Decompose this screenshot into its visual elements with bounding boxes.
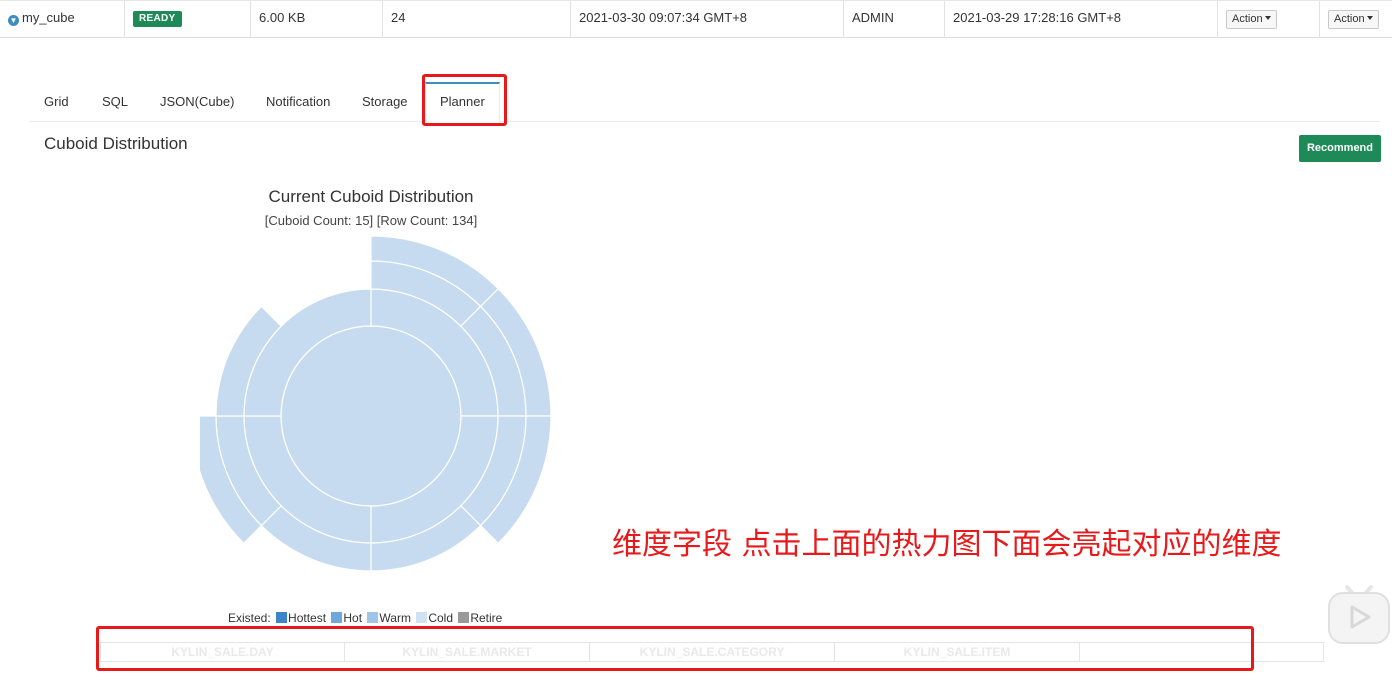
- legend-label-warm: Warm: [379, 611, 411, 625]
- cube-size: 6.00 KB: [251, 1, 383, 38]
- cube-detail-tabs: Grid SQL JSON(Cube) Notification Storage…: [30, 82, 1380, 123]
- action-label: Action: [1232, 13, 1263, 25]
- legend-label-cold: Cold: [428, 611, 453, 625]
- legend-swatch-cold: [416, 612, 428, 623]
- legend-swatch-retire: [458, 612, 470, 623]
- tab-sql[interactable]: SQL: [102, 82, 128, 122]
- legend-swatch-hot: [331, 612, 343, 623]
- chevron-down-icon[interactable]: ▼: [8, 15, 19, 26]
- create-time: 2021-03-29 17:28:16 GMT+8: [945, 1, 1218, 38]
- tab-json-cube[interactable]: JSON(Cube): [160, 82, 234, 122]
- tab-notification[interactable]: Notification: [266, 82, 330, 122]
- action-label: Action: [1334, 13, 1365, 25]
- legend: Existed: Hottest Hot Warm Cold Retire: [228, 611, 502, 625]
- status-badge: READY: [133, 11, 182, 27]
- cube-table-row[interactable]: ▼ my_cube READY 6.00 KB 24 2021-03-30 09:…: [0, 0, 1392, 38]
- action-cell-1: Action: [1218, 1, 1320, 38]
- annotation-note: 维度字段 点击上面的热力图下面会亮起对应的维度: [612, 527, 1282, 562]
- legend-swatch-warm: [367, 612, 379, 623]
- caret-down-icon: [1366, 16, 1373, 20]
- tab-storage[interactable]: Storage: [362, 82, 408, 122]
- chart-subtitle: [Cuboid Count: 15] [Row Count: 134]: [264, 213, 478, 228]
- section-title: Cuboid Distribution: [44, 134, 188, 153]
- legend-label-hottest: Hottest: [288, 611, 327, 625]
- tab-grid[interactable]: Grid: [44, 82, 69, 122]
- action-cell-2: Action: [1320, 1, 1392, 38]
- legend-label-retire: Retire: [470, 611, 503, 625]
- last-build-time: 2021-03-30 09:07:34 GMT+8: [571, 1, 844, 38]
- action-dropdown-button[interactable]: Action: [1226, 10, 1277, 29]
- cube-name[interactable]: my_cube: [22, 10, 75, 25]
- owner: ADMIN: [844, 1, 945, 38]
- highlight-box-dimensions: [96, 626, 1254, 671]
- legend-prefix: Existed:: [228, 611, 271, 625]
- cube-name-cell[interactable]: ▼ my_cube: [0, 1, 125, 38]
- admin-action-dropdown-button[interactable]: Action: [1328, 10, 1379, 29]
- highlight-box-planner: [422, 74, 507, 126]
- legend-swatch-hottest: [276, 612, 288, 623]
- recommend-button[interactable]: Recommend: [1299, 135, 1381, 162]
- cuboid-sunburst-chart[interactable]: [200, 230, 560, 600]
- chart-title: Current Cuboid Distribution: [268, 187, 474, 206]
- source-records: 24: [383, 1, 571, 38]
- legend-label-hot: Hot: [343, 611, 363, 625]
- caret-down-icon: [1264, 16, 1271, 20]
- status-cell: READY: [125, 1, 251, 38]
- video-player-icon[interactable]: [1327, 583, 1391, 645]
